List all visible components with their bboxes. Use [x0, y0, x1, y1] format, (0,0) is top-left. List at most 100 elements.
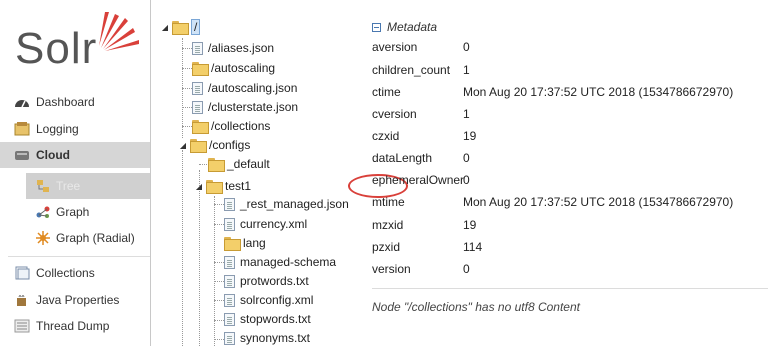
metadata-row: aversion 0 [372, 38, 470, 56]
nav-tree[interactable]: Tree [36, 176, 80, 196]
tree-node[interactable]: _default [208, 155, 270, 173]
nav-java-properties[interactable]: Java Properties [14, 289, 150, 311]
tree-node-label: stopwords.txt [240, 312, 311, 326]
metadata-row: mzxid 19 [372, 216, 476, 234]
tree-node[interactable]: ◢ test1 [194, 177, 251, 195]
file-icon [224, 255, 235, 269]
nav-tree-label: Tree [56, 179, 81, 193]
tree-guide [182, 126, 192, 127]
folder-icon [190, 139, 207, 153]
tree-guide [214, 300, 224, 301]
tree-node-root[interactable]: ◢ / [160, 18, 201, 36]
java-icon [14, 293, 30, 307]
metadata-header[interactable]: Metadata [372, 20, 437, 34]
file-icon [192, 41, 203, 55]
metadata-value: Mon Aug 20 17:37:52 UTC 2018 (1534786672… [463, 85, 734, 99]
metadata-key: mtime [372, 195, 405, 209]
zk-tree: ◢ / /aliases.json /autoscaling /autoscal… [152, 0, 408, 347]
collapse-icon[interactable] [372, 22, 381, 32]
tree-icon [36, 179, 50, 193]
tree-node[interactable]: /autoscaling [192, 59, 275, 77]
file-icon [224, 217, 235, 231]
nav-logging[interactable]: Logging [14, 118, 150, 140]
nav-collections-label: Collections [36, 266, 95, 280]
tree-node-label: /collections [211, 119, 271, 133]
nav-thread-dump[interactable]: Thread Dump [14, 315, 150, 337]
metadata-row: ctime Mon Aug 20 17:37:52 UTC 2018 (1534… [372, 83, 733, 101]
nav-graph[interactable]: Graph [36, 202, 89, 222]
tree-node[interactable]: lang [224, 234, 266, 252]
content-note: Node "/collections" has no utf8 Content [372, 300, 580, 314]
expanded-arrow-icon[interactable]: ◢ [178, 141, 188, 150]
tree-node[interactable]: /collections [192, 117, 270, 135]
metadata-value: 0 [463, 40, 470, 54]
tree-guide [182, 48, 192, 49]
metadata-row: ephemeralOwner 0 [372, 171, 470, 189]
metadata-row: dataLength 0 [372, 149, 470, 167]
nav-java-properties-label: Java Properties [36, 293, 120, 307]
metadata-key: mzxid [372, 218, 404, 232]
tree-node[interactable]: /autoscaling.json [192, 79, 297, 97]
metadata-key: czxid [372, 129, 400, 143]
tree-node-label: _rest_managed.json [240, 197, 349, 211]
expanded-arrow-icon[interactable]: ◢ [160, 23, 170, 32]
tree-node[interactable]: ◢ /configs [178, 136, 250, 154]
tree-node[interactable]: protwords.txt [224, 272, 309, 290]
tree-guide [214, 281, 224, 282]
tree-node[interactable]: stopwords.txt [224, 310, 311, 328]
tree-guide [214, 262, 224, 263]
metadata-panel: Metadata aversion 0 children_count 1 cti… [372, 0, 768, 346]
tree-node-label: synonyms.txt [240, 331, 311, 345]
metadata-key: cversion [372, 107, 417, 121]
tree-node-label: managed-schema [240, 255, 337, 269]
tree-node[interactable]: currency.xml [224, 215, 307, 233]
dashboard-icon [14, 95, 30, 109]
metadata-key: dataLength [372, 151, 433, 165]
graph-radial-icon [36, 231, 50, 245]
metadata-key: ctime [372, 85, 401, 99]
metadata-value: Mon Aug 20 17:37:52 UTC 2018 (1534786672… [463, 195, 734, 209]
metadata-row: cversion 1 [372, 105, 470, 123]
tree-guide [182, 107, 192, 108]
tree-node[interactable]: _rest_managed.json [224, 195, 349, 213]
tree-node[interactable]: synonyms.txt [224, 329, 310, 347]
metadata-value: 1 [463, 107, 470, 121]
file-icon [192, 81, 203, 95]
nav-cloud[interactable]: Cloud [14, 144, 150, 166]
tree-node-label: lang [243, 236, 266, 250]
metadata-value: 1 [463, 63, 470, 77]
tree-guide [214, 339, 224, 340]
file-icon [224, 197, 235, 211]
tree-node[interactable]: solrconfig.xml [224, 291, 313, 309]
metadata-key: ephemeralOwner [372, 173, 465, 187]
folder-icon [208, 158, 225, 172]
metadata-key: children_count [372, 63, 451, 77]
file-icon [224, 331, 235, 345]
tree-node-label: solrconfig.xml [240, 293, 314, 307]
logo-text: Solr [15, 24, 98, 73]
metadata-value: 0 [463, 151, 470, 165]
graph-icon [36, 205, 50, 219]
tree-node-label: / [191, 19, 201, 35]
tree-guide [182, 88, 192, 89]
solr-logo[interactable]: Solr [15, 8, 139, 73]
nav-collections[interactable]: Collections [14, 262, 150, 284]
nav-thread-dump-label: Thread Dump [36, 319, 110, 333]
tree-node[interactable]: managed-schema [224, 253, 336, 271]
tree-node[interactable]: /clusterstate.json [192, 98, 298, 116]
tree-node[interactable]: /aliases.json [192, 39, 274, 57]
sidebar: Solr Dashboard Logging Cloud Tree Graph … [0, 0, 150, 346]
nav-graph-radial-label: Graph (Radial) [56, 231, 135, 245]
expanded-arrow-icon[interactable]: ◢ [194, 182, 204, 191]
tree-guide [214, 204, 224, 205]
nav-logging-label: Logging [36, 122, 79, 136]
metadata-row: mtime Mon Aug 20 17:37:52 UTC 2018 (1534… [372, 193, 733, 211]
nav-graph-radial[interactable]: Graph (Radial) [36, 228, 135, 248]
tree-guide [214, 320, 224, 321]
tree-guide [182, 150, 183, 346]
metadata-value: 114 [463, 240, 483, 254]
file-icon [224, 274, 235, 288]
nav-cloud-label: Cloud [36, 148, 70, 162]
nav-dashboard[interactable]: Dashboard [14, 91, 150, 113]
tree-node-label: _default [227, 157, 270, 171]
